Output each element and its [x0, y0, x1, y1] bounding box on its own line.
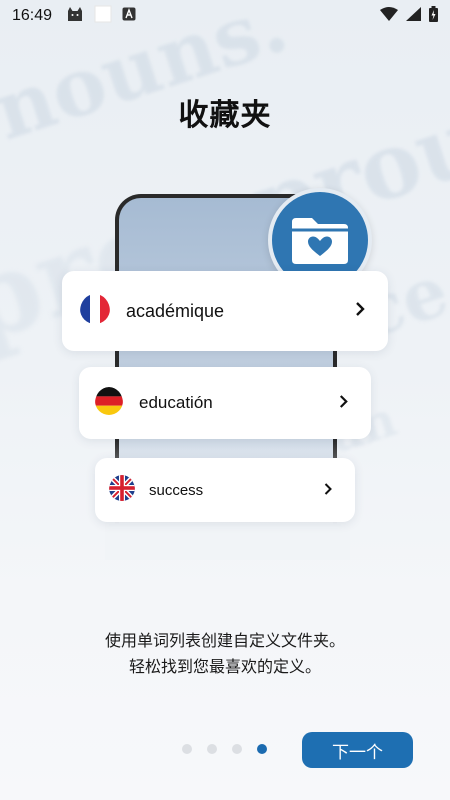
page-dot — [207, 744, 217, 754]
chevron-right-icon — [354, 301, 366, 321]
page-title: 收藏夹 — [178, 98, 272, 133]
word-card-french[interactable]: académique — [62, 271, 388, 351]
uk-flag-icon — [109, 475, 135, 505]
chevron-right-icon — [338, 394, 349, 413]
germany-flag-icon — [95, 387, 123, 419]
word-label: académique — [126, 300, 225, 321]
word-label: success — [149, 481, 204, 499]
battery-charging-icon — [429, 6, 438, 26]
next-button[interactable]: 下一个 — [302, 732, 413, 768]
france-flag-icon — [80, 294, 110, 328]
white-square-icon — [94, 5, 112, 27]
page-dot — [232, 744, 242, 754]
description-line-1: 使用单词列表创建自定义文件夹。 — [104, 631, 345, 650]
description: 使用单词列表创建自定义文件夹。 轻松找到您最喜欢的定义。 — [0, 628, 450, 680]
description-line-2: 轻松找到您最喜欢的定义。 — [128, 657, 321, 676]
page-dot — [182, 744, 192, 754]
word-card-english[interactable]: success — [95, 458, 355, 522]
status-time: 16:49 — [12, 7, 53, 24]
a-box-icon — [122, 7, 136, 25]
word-label: educatión — [139, 393, 213, 412]
signal-icon — [406, 7, 421, 25]
wifi-icon — [380, 7, 398, 25]
cat-notification-icon — [66, 6, 84, 26]
page-dot-active — [257, 744, 267, 754]
word-card-german[interactable]: educatión — [79, 367, 371, 439]
status-bar: 16:49 — [0, 0, 450, 32]
chevron-right-icon — [323, 481, 333, 500]
page-indicator — [182, 744, 267, 754]
